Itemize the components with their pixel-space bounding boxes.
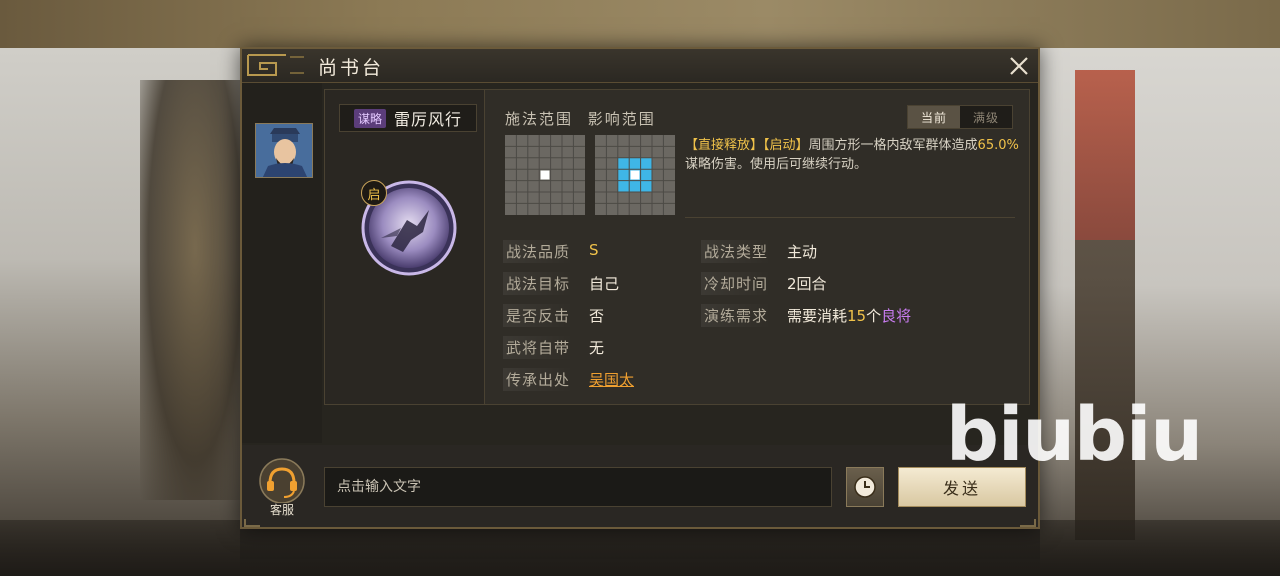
cooldown-label: 冷却时间 bbox=[701, 272, 772, 295]
clock-icon bbox=[854, 476, 876, 498]
counter-label: 是否反击 bbox=[503, 304, 574, 327]
chat-input[interactable] bbox=[324, 467, 832, 507]
general-portrait-icon bbox=[256, 124, 312, 177]
corner-ornament-left bbox=[244, 519, 260, 527]
skill-details-area: 施法范围 影响范围 当前 满级 【直接释放】【启动】周围方形一格内敌军群体造成6… bbox=[487, 90, 1029, 404]
cooldown-value: 2回合 bbox=[787, 275, 827, 293]
history-button[interactable] bbox=[846, 467, 884, 507]
target-value: 自己 bbox=[589, 275, 620, 293]
train-rank: 良将 bbox=[881, 307, 912, 325]
general-sidebar bbox=[242, 83, 322, 443]
desc-text-a: 周围方形一格内敌军群体造成 bbox=[808, 138, 978, 153]
dialog-titlebar: 尚书台 bbox=[242, 49, 1038, 83]
cast-range-grid bbox=[505, 135, 585, 215]
train-count: 15 bbox=[847, 307, 867, 325]
target-label: 战法目标 bbox=[503, 272, 574, 295]
tab-max-level[interactable]: 满级 bbox=[960, 106, 1012, 128]
skill-type-label: 战法类型 bbox=[701, 240, 772, 263]
chat-bar: 客服 发送 bbox=[242, 445, 1038, 527]
source-link[interactable]: 吴国太 bbox=[589, 369, 634, 390]
train-label: 演练需求 bbox=[701, 304, 772, 327]
skill-name: 雷厉风行 bbox=[394, 110, 463, 129]
skill-content-panel: 谋略 雷厉风行 启 施法范围 影响范围 当前 满级 【直接释放】【启动】周围方形… bbox=[324, 89, 1030, 405]
corner-ornament-right bbox=[1020, 519, 1036, 527]
background-top-band bbox=[0, 0, 1280, 48]
background-left-figure bbox=[140, 80, 250, 500]
skill-orb-badge: 启 bbox=[361, 180, 387, 206]
source-label: 传承出处 bbox=[503, 368, 574, 391]
train-text-a: 需要消耗 bbox=[787, 307, 848, 325]
background-right-banner bbox=[1075, 70, 1135, 240]
skill-name-tag: 谋略 雷厉风行 bbox=[339, 104, 477, 132]
innate-label: 武将自带 bbox=[503, 336, 574, 359]
desc-text-b: 谋略伤害。使用后可继续行动。 bbox=[685, 157, 868, 172]
close-icon[interactable] bbox=[1006, 53, 1032, 79]
range-labels: 施法范围 影响范围 bbox=[505, 108, 664, 129]
skill-type-value: 主动 bbox=[787, 243, 818, 261]
background-right-post bbox=[1075, 240, 1135, 540]
details-divider bbox=[685, 217, 1015, 218]
train-requirement: 需要消耗15个良将 bbox=[787, 305, 911, 326]
tab-current[interactable]: 当前 bbox=[908, 106, 960, 128]
quality-label: 战法品质 bbox=[503, 240, 574, 263]
level-toggle: 当前 满级 bbox=[907, 105, 1013, 129]
desc-percent: 65.0% bbox=[977, 138, 1019, 153]
headset-icon bbox=[259, 458, 305, 504]
counter-value: 否 bbox=[589, 307, 605, 325]
effect-range-label: 影响范围 bbox=[587, 110, 656, 128]
skill-detail-dialog: 尚书台 谋略 雷厉风行 启 施法范围 影响范围 当前 满级 【直接释放】【启动】… bbox=[240, 47, 1040, 529]
effect-range-grid bbox=[595, 135, 675, 215]
customer-service-button[interactable]: 客服 bbox=[254, 457, 310, 517]
dialog-title: 尚书台 bbox=[318, 57, 385, 79]
watermark-logo: biubiu bbox=[946, 392, 1203, 478]
train-text-b: 个 bbox=[866, 307, 882, 325]
desc-tag-start: 【启动】 bbox=[763, 138, 809, 153]
skill-description: 【直接释放】【启动】周围方形一格内敌军群体造成65.0% 谋略伤害。使用后可继续行… bbox=[685, 136, 1019, 174]
innate-value: 无 bbox=[589, 339, 605, 357]
customer-service-label: 客服 bbox=[269, 503, 294, 517]
desc-tag-direct: 【直接释放】 bbox=[685, 138, 764, 153]
skill-summary-column: 谋略 雷厉风行 启 bbox=[325, 90, 485, 404]
general-avatar[interactable] bbox=[255, 123, 313, 178]
quality-value: S bbox=[589, 241, 599, 259]
title-ornament-icon bbox=[247, 54, 304, 76]
skill-type-badge: 谋略 bbox=[354, 108, 387, 128]
cast-range-label: 施法范围 bbox=[505, 110, 574, 128]
